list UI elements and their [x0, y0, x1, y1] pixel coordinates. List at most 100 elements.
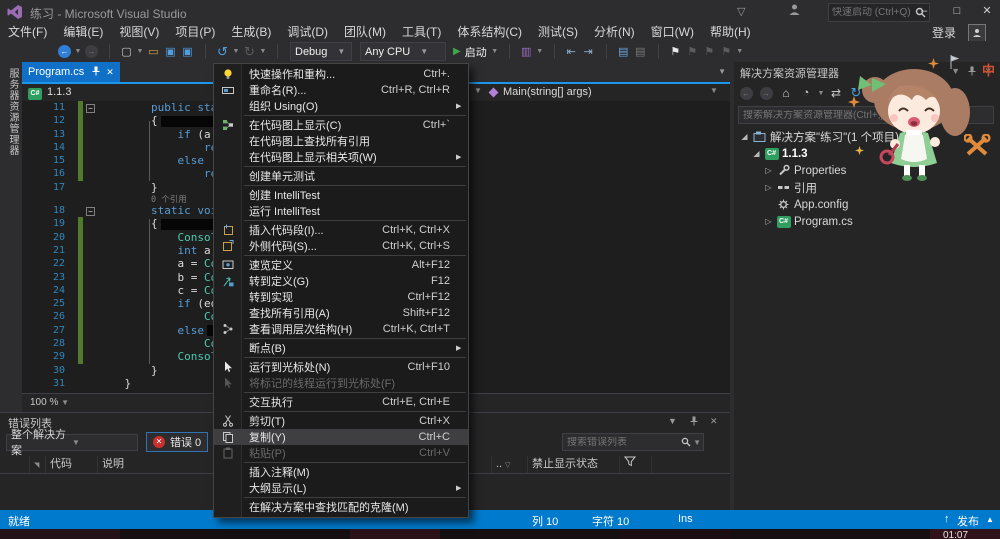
expander-icon[interactable]: ▷	[762, 183, 775, 192]
errors-filter-button[interactable]: ✕ 错误 0	[146, 432, 209, 452]
menu-item[interactable]: 在代码图上查找所有引用	[214, 133, 468, 149]
dropdown-icon[interactable]: ▼	[535, 48, 545, 55]
menubar-item[interactable]: 团队(M)	[336, 24, 394, 41]
tree-item[interactable]: ◢ 解决方案"练习"(1 个项目)	[734, 128, 1000, 145]
refresh-icon[interactable]: ↻	[846, 85, 866, 101]
close-icon[interactable]: ✕	[984, 66, 992, 77]
attach-icon[interactable]: ▥	[518, 45, 535, 58]
tree-item[interactable]: ◢ C# 1.1.3	[734, 145, 1000, 162]
save-icon[interactable]: ▣	[162, 45, 179, 58]
publish-button[interactable]: 发布	[957, 513, 979, 529]
project-dropdown[interactable]: 1.1.3	[47, 86, 71, 98]
menu-item[interactable]: 转到定义(G) F12	[214, 273, 468, 289]
publish-up-icon[interactable]: ↑	[944, 513, 950, 525]
dropdown-icon[interactable]: ▼	[490, 48, 500, 55]
tab-program-cs[interactable]: Program.cs ✕	[22, 62, 120, 82]
menubar-item[interactable]: 文件(F)	[0, 24, 55, 41]
column-suppression-state[interactable]: 禁止显示状态	[528, 455, 620, 473]
menu-item[interactable]: 将标记的线程运行到光标处(F)	[214, 375, 468, 391]
uncomment-icon[interactable]: ▤	[632, 45, 649, 58]
menu-item[interactable]: 创建 IntelliTest	[214, 187, 468, 203]
menubar-item[interactable]: 帮助(H)	[702, 24, 759, 41]
tree-item[interactable]: ▷ Properties	[734, 162, 1000, 179]
save-all-icon[interactable]: ▣	[179, 45, 196, 58]
show-all-files-icon[interactable]: ▦	[886, 87, 906, 100]
column-more[interactable]: .. ▽	[492, 455, 528, 473]
menubar-item[interactable]: 体系结构(C)	[449, 24, 530, 41]
close-button[interactable]: ✕	[975, 2, 999, 20]
platform-dropdown[interactable]: Any CPU ▼	[360, 42, 446, 61]
menubar-item[interactable]: 编辑(E)	[55, 24, 111, 41]
column-severity-filter[interactable]: ◥	[30, 455, 46, 473]
pending-changes-icon[interactable]: ◔	[796, 87, 816, 99]
close-tab-icon[interactable]: ✕	[106, 67, 114, 78]
dropdown-icon[interactable]: ▼	[73, 48, 83, 55]
indent-decrease-icon[interactable]: ⇤	[563, 45, 580, 58]
member-dropdown[interactable]: Main(string[] args)	[503, 86, 592, 98]
collapse-all-icon[interactable]: ⊟	[906, 87, 926, 100]
menu-item[interactable]: 复制(Y) Ctrl+C	[214, 429, 468, 445]
close-icon[interactable]: ✕	[710, 416, 718, 427]
error-scope-dropdown[interactable]: 整个解决方案 ▼	[6, 429, 138, 457]
zoom-control[interactable]: 100 % ▼	[30, 397, 69, 408]
chevron-down-icon[interactable]: ▼	[710, 86, 718, 95]
comment-icon[interactable]: ▤	[615, 45, 632, 58]
menu-item[interactable]: 快速操作和重构... Ctrl+.	[214, 66, 468, 82]
expander-icon[interactable]: ◢	[738, 132, 751, 141]
menu-item[interactable]: 在代码图上显示(C) Ctrl+`	[214, 117, 468, 133]
menubar-item[interactable]: 调试(D)	[279, 24, 336, 41]
menu-item[interactable]: 大纲显示(L) ▶	[214, 480, 468, 496]
sign-in-button[interactable]: 登录	[932, 24, 956, 41]
menu-item[interactable]: 创建单元测试	[214, 168, 468, 184]
collapse-box-icon[interactable]: −	[86, 206, 95, 216]
menu-item[interactable]: 运行到光标处(N) Ctrl+F10	[214, 359, 468, 375]
chevron-down-icon[interactable]: ▼	[474, 86, 482, 95]
pin-icon[interactable]	[92, 66, 100, 79]
menu-item[interactable]: 粘贴(P) Ctrl+V	[214, 445, 468, 461]
redo-icon[interactable]: ↻	[241, 44, 258, 60]
dropdown-icon[interactable]: ▼	[816, 90, 826, 97]
undo-icon[interactable]: ↺	[214, 44, 231, 60]
home-icon[interactable]: ⌂	[776, 86, 796, 100]
menu-item[interactable]: 在解决方案中查找匹配的克隆(M)	[214, 499, 468, 515]
menu-item[interactable]: 在代码图上显示相关项(W) ▶	[214, 149, 468, 165]
menubar-item[interactable]: 测试(S)	[530, 24, 586, 41]
menubar-item[interactable]: 视图(V)	[111, 24, 167, 41]
expander-icon[interactable]: ▷	[762, 166, 775, 175]
menu-item[interactable]: 转到实现 Ctrl+F12	[214, 289, 468, 305]
feedback-icon[interactable]: ▽	[737, 5, 745, 18]
menu-item[interactable]: 断点(B) ▶	[214, 340, 468, 356]
expander-icon[interactable]: ◢	[750, 149, 763, 158]
open-file-icon[interactable]: ▭	[145, 45, 162, 58]
dropdown-icon[interactable]: ▼	[258, 48, 268, 55]
document-list-dropdown-icon[interactable]: ▼	[718, 67, 726, 76]
menu-item[interactable]: 运行 IntelliTest	[214, 203, 468, 219]
search-icon[interactable]	[681, 437, 693, 447]
next-bookmark-icon[interactable]: ⚑	[701, 45, 718, 58]
menu-item[interactable]: 速览定义 Alt+F12	[214, 257, 468, 273]
navigate-back-icon[interactable]: ←	[56, 45, 73, 58]
tree-item[interactable]: App.config	[734, 196, 1000, 213]
indent-increase-icon[interactable]: ⇥	[580, 45, 597, 58]
menu-item[interactable]: 查看调用层次结构(H) Ctrl+K, Ctrl+T	[214, 321, 468, 337]
menubar-item[interactable]: 工具(T)	[394, 24, 449, 41]
menubar-item[interactable]: 生成(B)	[223, 24, 279, 41]
navigate-forward-icon[interactable]: →	[83, 45, 100, 58]
switch-views-icon[interactable]: ⇄	[826, 86, 846, 100]
forward-icon[interactable]: →	[756, 86, 776, 100]
account-avatar-icon[interactable]	[968, 24, 986, 42]
menu-item[interactable]: 查找所有引用(A) Shift+F12	[214, 305, 468, 321]
menu-item[interactable]: 插入代码段(I)... Ctrl+K, Ctrl+X	[214, 222, 468, 238]
menu-item[interactable]: 组织 Using(O) ▶	[214, 98, 468, 114]
dropdown-icon[interactable]: ▼	[135, 48, 145, 55]
quick-launch-input[interactable]	[829, 7, 915, 18]
filter-funnel-icon[interactable]	[620, 455, 652, 473]
column-code[interactable]: 代码	[46, 455, 98, 473]
new-file-icon[interactable]: ▢	[118, 45, 135, 58]
debug-configuration-dropdown[interactable]: Debug ▼	[290, 42, 352, 61]
publish-chevron-icon[interactable]: ▲	[986, 515, 994, 524]
clear-bookmarks-icon[interactable]: ⚑	[718, 45, 735, 58]
tree-item[interactable]: ▷ C# Program.cs	[734, 213, 1000, 230]
pin-icon[interactable]	[690, 416, 698, 428]
bookmark-icon[interactable]: ⚑	[667, 45, 684, 58]
